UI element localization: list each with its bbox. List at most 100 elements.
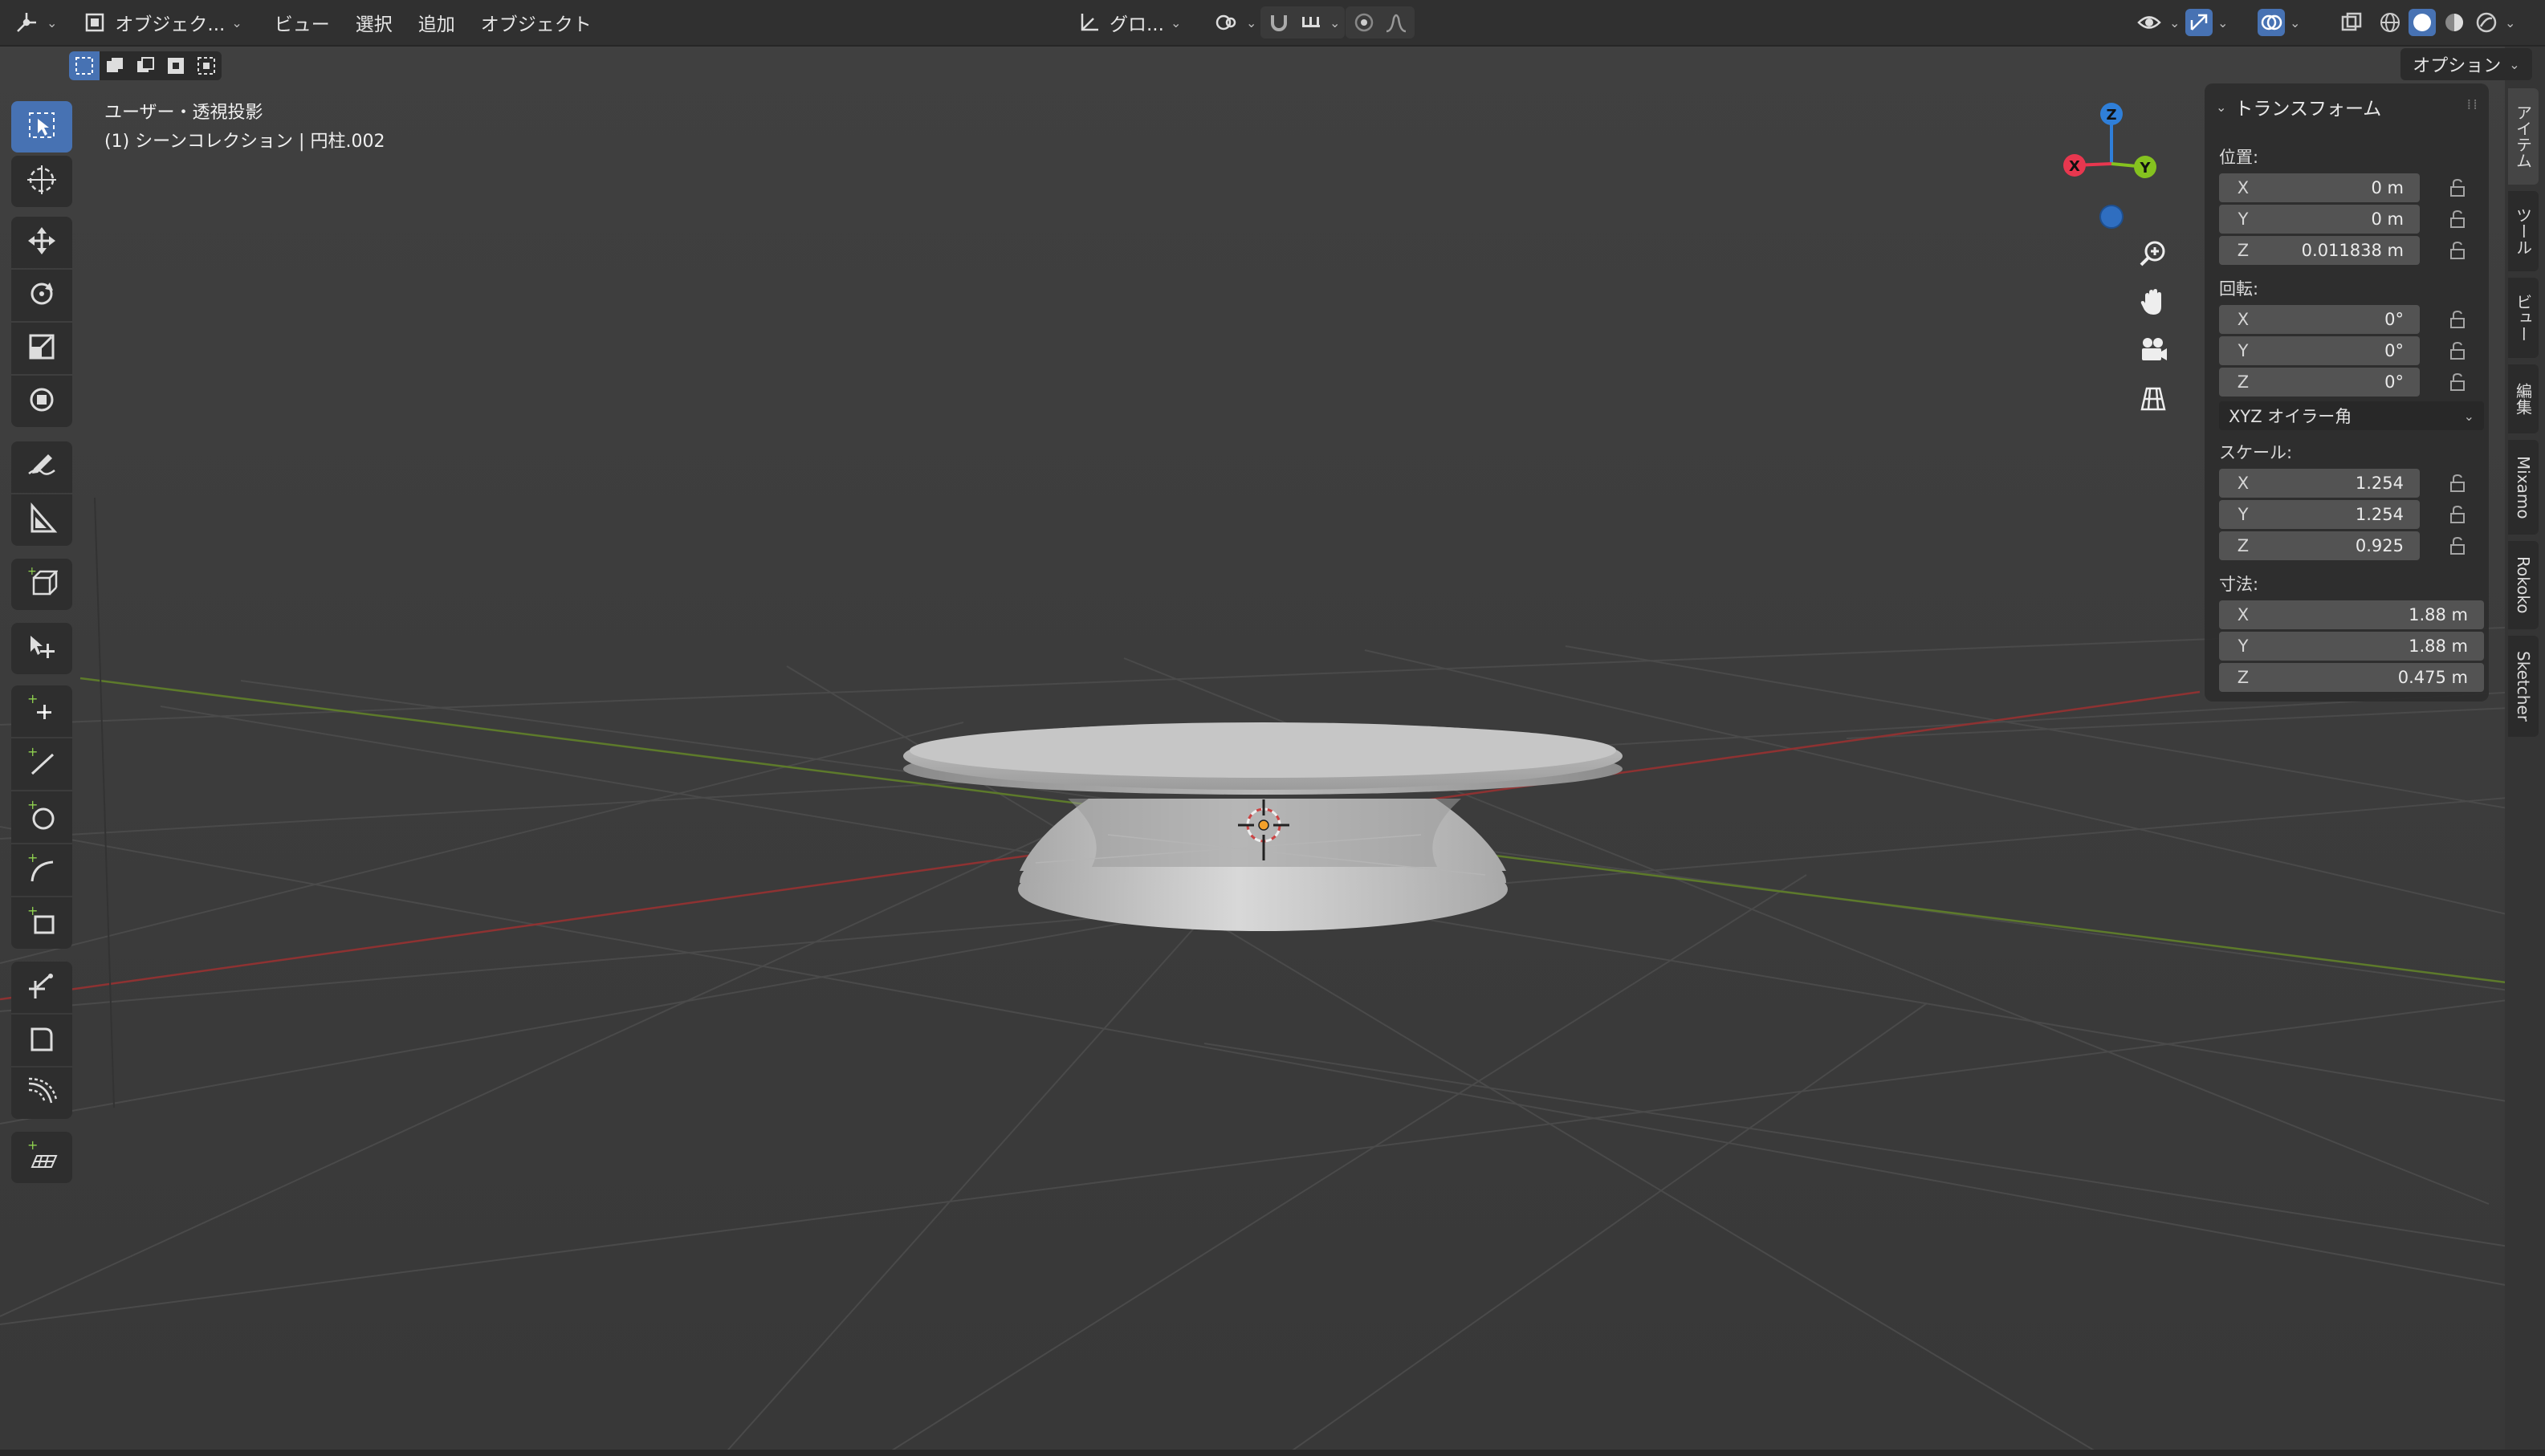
tab-view[interactable]: ビュー <box>2508 278 2539 358</box>
rotation-mode-value: XYZ オイラー角 <box>2229 407 2352 426</box>
add-line-icon: + <box>26 744 58 782</box>
tab-sketcher[interactable]: Sketcher <box>2508 636 2539 737</box>
svg-text:+: + <box>27 693 38 706</box>
tab-mixamo[interactable]: Mixamo <box>2508 440 2539 535</box>
tab-edit[interactable]: 編集 <box>2508 364 2539 433</box>
tool-add-grid[interactable]: + <box>11 1132 72 1183</box>
xray-icon[interactable] <box>2338 9 2365 36</box>
select-extend-icon[interactable] <box>100 51 130 80</box>
tool-add-rectangle[interactable]: + <box>11 897 72 949</box>
tool-add-arc[interactable]: + <box>11 844 72 896</box>
tool-add-circle[interactable]: + <box>11 791 72 843</box>
tool-move[interactable] <box>11 217 72 268</box>
pivot-point-button[interactable]: ⌄ <box>1204 6 1264 39</box>
location-y-field[interactable]: Y0 m <box>2219 205 2420 234</box>
tool-add-cube[interactable]: + <box>11 559 72 610</box>
tab-tool[interactable]: ツール <box>2508 191 2539 271</box>
transform-panel-header[interactable]: ⌄ トランスフォーム <box>2216 93 2381 120</box>
lock-icon[interactable] <box>2445 534 2470 558</box>
menu-add[interactable]: 追加 <box>405 9 468 36</box>
tool-offset[interactable] <box>11 1068 72 1119</box>
falloff-curve-icon[interactable] <box>1382 9 1410 36</box>
pivot-point-icon <box>1212 9 1240 36</box>
zoom-button[interactable] <box>2131 233 2176 278</box>
lock-icon[interactable] <box>2445 307 2470 331</box>
select-subtract-icon[interactable] <box>130 51 161 80</box>
dimensions-y-field[interactable]: Y 1.88 m <box>2219 632 2484 661</box>
transform-panel-title: トランスフォーム <box>2234 99 2382 120</box>
gizmo-toggle-icon[interactable] <box>2185 9 2213 36</box>
lock-icon[interactable] <box>2445 339 2470 363</box>
add-circle-icon: + <box>26 797 58 835</box>
menu-view[interactable]: ビュー <box>262 9 343 36</box>
tool-scale[interactable] <box>11 323 72 374</box>
snap-increment-icon[interactable] <box>1297 9 1325 36</box>
snap-magnet-icon[interactable] <box>1265 9 1293 36</box>
navigation-gizmo[interactable]: Z X Y <box>2047 96 2168 233</box>
rotation-mode-dropdown[interactable]: XYZ オイラー角 ⌄ <box>2219 401 2484 430</box>
location-z-field[interactable]: Z 0.011838 m <box>2219 236 2420 265</box>
tool-transform[interactable] <box>11 376 72 427</box>
svg-text:+: + <box>27 1140 38 1153</box>
tool-cursor[interactable] <box>11 156 72 207</box>
lock-icon[interactable] <box>2445 176 2470 200</box>
rotation-y-field[interactable]: Y 0° <box>2219 336 2420 365</box>
visibility-button[interactable]: ⌄ <box>2128 6 2188 39</box>
editor-type-button[interactable]: ⌄ <box>5 6 65 39</box>
drag-handle-icon[interactable]: ⁞⁞ <box>2467 96 2479 113</box>
select-intersect-icon[interactable] <box>191 51 222 80</box>
tool-add-point[interactable]: + <box>11 685 72 737</box>
tool-fillet[interactable] <box>11 1015 72 1066</box>
overlay-icon[interactable] <box>2258 9 2285 36</box>
add-arc-icon: + <box>26 850 58 888</box>
add-point-icon: + <box>26 691 58 729</box>
lock-icon[interactable] <box>2445 471 2470 495</box>
collection-info: (1) シーンコレクション | 円柱.002 <box>104 132 385 152</box>
rendered-shading-icon[interactable] <box>2473 9 2500 36</box>
scale-y-field[interactable]: Y 1.254 <box>2219 500 2420 529</box>
tool-rotate[interactable] <box>11 270 72 321</box>
selection-mode-group <box>69 51 222 80</box>
svg-text:+: + <box>27 852 38 865</box>
location-x-field[interactable]: X0 m <box>2219 173 2420 202</box>
dimensions-z-field[interactable]: Z 0.475 m <box>2219 663 2484 692</box>
camera-view-button[interactable] <box>2131 329 2176 374</box>
collapse-chevron-icon: ⌄ <box>2216 99 2227 115</box>
lock-icon[interactable] <box>2445 238 2470 262</box>
lock-icon[interactable] <box>2445 502 2470 527</box>
tool-cursor-transform[interactable] <box>11 623 72 674</box>
options-label: オプション <box>2413 56 2502 76</box>
offset-curve-icon <box>26 1076 58 1111</box>
lock-icon[interactable] <box>2445 370 2470 394</box>
pan-button[interactable] <box>2131 281 2176 326</box>
select-new-icon[interactable] <box>69 51 100 80</box>
scale-x-field[interactable]: X 1.254 <box>2219 469 2420 498</box>
dimensions-x-field[interactable]: X 1.88 m <box>2219 600 2484 629</box>
ortho-toggle-button[interactable] <box>2131 377 2176 422</box>
lock-icon[interactable] <box>2445 207 2470 231</box>
add-grid-icon: + <box>26 1137 58 1175</box>
tool-select-box[interactable] <box>11 101 72 153</box>
shading-modes-group: ⌄ <box>2376 9 2515 36</box>
tool-trim[interactable] <box>11 962 72 1013</box>
sidebar-transform-panel: ⌄ トランスフォーム ⁞⁞ 位置: X0 m Y0 m Z 0.011838 m … <box>2205 83 2489 702</box>
menu-object[interactable]: オブジェクト <box>468 9 605 36</box>
proportional-edit-icon[interactable] <box>1350 9 1378 36</box>
material-shading-icon[interactable] <box>2441 9 2468 36</box>
rotation-x-field[interactable]: X 0° <box>2219 305 2420 334</box>
tool-add-line[interactable]: + <box>11 738 72 790</box>
wireframe-shading-icon[interactable] <box>2376 9 2404 36</box>
tab-item[interactable]: アイテム <box>2508 88 2539 185</box>
mode-selector[interactable]: オブジェク... ⌄ <box>73 6 250 39</box>
tool-annotate[interactable] <box>11 441 72 493</box>
menu-select[interactable]: 選択 <box>343 9 405 36</box>
gizmo-toggle-group: ⌄ <box>2185 9 2228 36</box>
transform-orientation-selector[interactable]: グロ... ⌄ <box>1068 6 1189 39</box>
tab-rokoko[interactable]: Rokoko <box>2508 541 2539 629</box>
options-button[interactable]: オプション ⌄ <box>2400 48 2532 80</box>
rotation-z-field[interactable]: Z 0° <box>2219 368 2420 397</box>
tool-measure[interactable] <box>11 494 72 546</box>
solid-shading-icon[interactable] <box>2409 9 2436 36</box>
select-invert-icon[interactable] <box>161 51 191 80</box>
scale-z-field[interactable]: Z 0.925 <box>2219 531 2420 560</box>
